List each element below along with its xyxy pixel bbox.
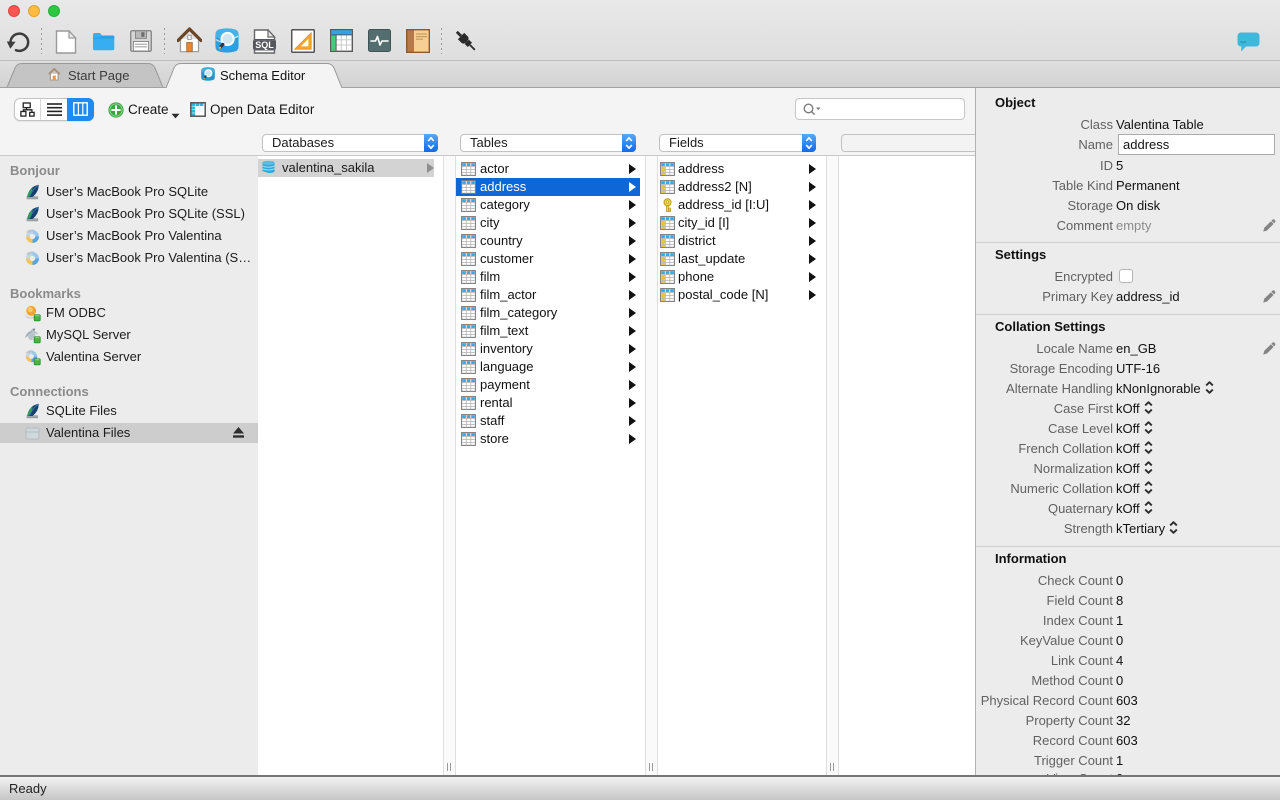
svg-text:Start Page: Start Page — [68, 68, 129, 83]
svg-text:Schema Editor: Schema Editor — [220, 68, 306, 83]
svg-text:SQL: SQL — [255, 40, 274, 50]
